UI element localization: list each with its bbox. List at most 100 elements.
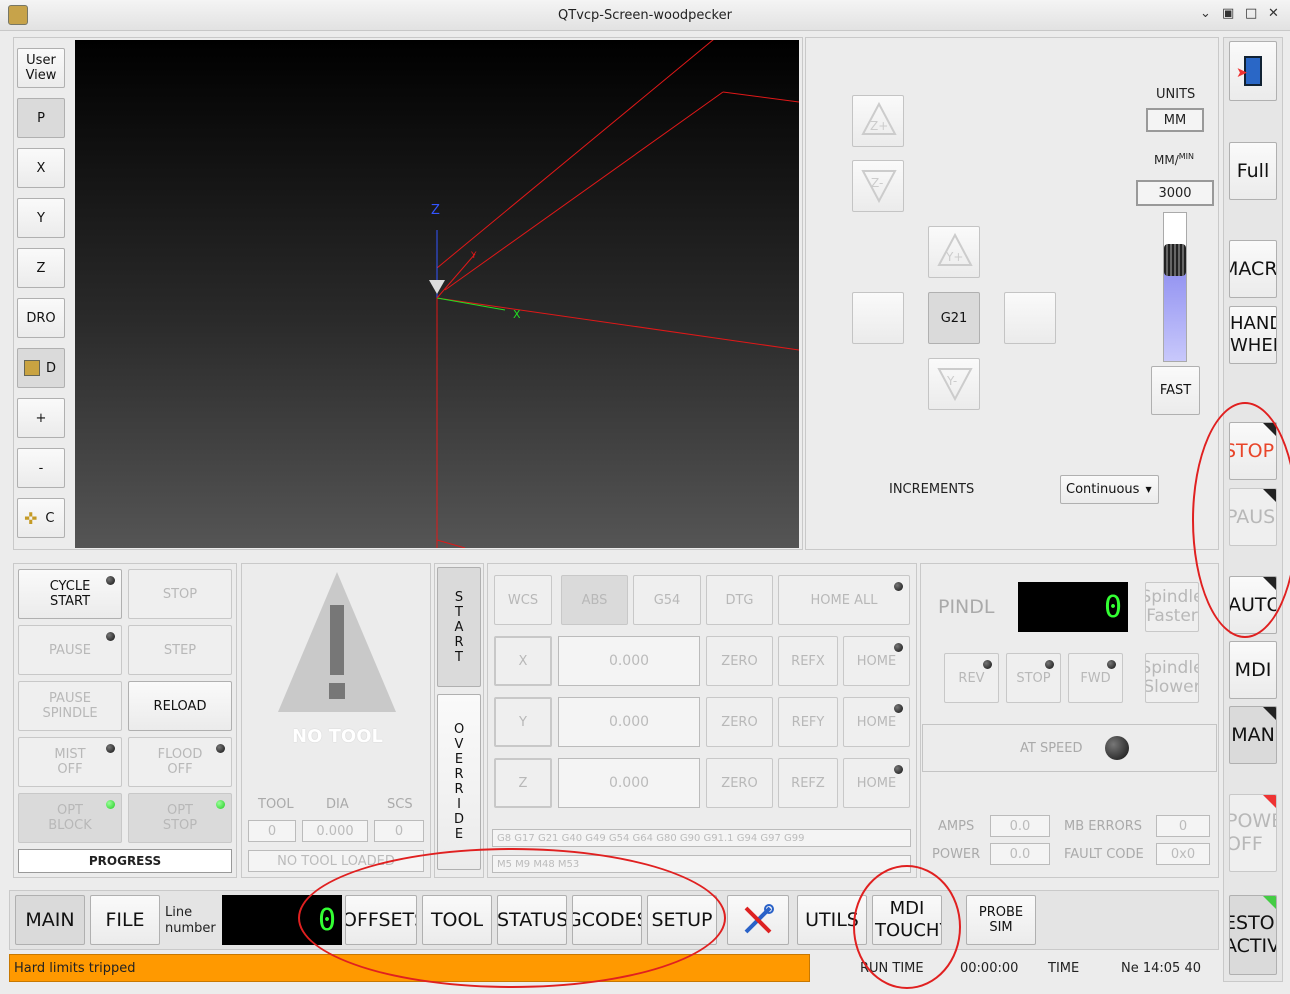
mdi-mode-button[interactable]: MDI <box>1229 641 1277 699</box>
home-x-button[interactable]: HOME <box>843 636 910 686</box>
main-tab-button[interactable]: MAIN <box>15 895 85 945</box>
zero-x-button[interactable]: ZERO <box>706 636 773 686</box>
setup-tab-button[interactable]: SETUP <box>647 895 717 945</box>
handwheel-button[interactable]: HAND WHEEL <box>1229 306 1277 364</box>
probe-sim-button[interactable]: PROBE SIM <box>966 895 1036 945</box>
offsets-tab-button[interactable]: OFFSETS <box>345 895 417 945</box>
mb-errors-value: 0 <box>1156 815 1210 837</box>
pause-led <box>106 632 115 641</box>
ref-y-button[interactable]: REFY <box>778 697 838 747</box>
settings-tab-button[interactable] <box>727 895 789 945</box>
jog-z-minus-button[interactable]: Z- <box>852 160 904 212</box>
fullscreen-button[interactable]: Full <box>1229 142 1277 200</box>
manual-mode-button[interactable]: MAN <box>1229 706 1277 764</box>
active-mcodes: M5 M9 M48 M53 <box>492 855 911 873</box>
cycle-start-button[interactable]: CYCLE START <box>18 569 122 619</box>
jog-x-plus-button[interactable] <box>1004 292 1056 344</box>
spindle-rev-button[interactable]: REV <box>944 653 999 703</box>
fast-button[interactable]: FAST <box>1151 366 1200 415</box>
power-value: 0.0 <box>990 843 1050 865</box>
exit-button[interactable]: ➤ <box>1229 41 1277 101</box>
utils-tab-button[interactable]: UTILS <box>797 895 867 945</box>
maximize-icon[interactable]: □ <box>1245 6 1257 21</box>
jog-x-minus-button[interactable] <box>852 292 904 344</box>
status-tab-button[interactable]: STATUS <box>497 895 567 945</box>
file-tab-button[interactable]: FILE <box>90 895 160 945</box>
stop-button[interactable]: STOP <box>1229 422 1277 480</box>
spindle-faster-button[interactable]: Spindle Faster <box>1145 582 1199 632</box>
dia-header: DIA <box>326 797 349 812</box>
zero-z-button[interactable]: ZERO <box>706 758 773 808</box>
axis-z-button[interactable]: Z <box>494 758 552 808</box>
zero-y-button[interactable]: ZERO <box>706 697 773 747</box>
home-z-button[interactable]: HOME <box>843 758 910 808</box>
view-y-button[interactable]: Y <box>17 198 65 238</box>
home-y-led <box>894 704 903 713</box>
home-y-button[interactable]: HOME <box>843 697 910 747</box>
jog-z-plus-button[interactable]: Z+ <box>852 95 904 147</box>
jog-y-minus-button[interactable]: Y- <box>928 358 980 410</box>
svg-text:Y+: Y+ <box>945 250 963 264</box>
abs-button[interactable]: ABS <box>561 575 628 625</box>
user-view-button[interactable]: User View <box>17 48 65 88</box>
axis-y-label: Y <box>470 251 477 261</box>
axis-y-button[interactable]: Y <box>494 697 552 747</box>
step-button[interactable]: STEP <box>128 625 232 675</box>
override-tab-label: OVERRIDE <box>454 722 465 842</box>
jog-rate-slider-handle[interactable] <box>1164 244 1186 277</box>
gcode-preview[interactable]: Z X Y <box>75 40 799 548</box>
view-z-button[interactable]: Z <box>17 248 65 288</box>
power-label: POWER <box>932 847 981 862</box>
view-x-button[interactable]: X <box>17 148 65 188</box>
minimize-icon[interactable]: ⌄ <box>1200 6 1211 21</box>
home-all-button[interactable]: HOME ALL <box>778 575 910 625</box>
power-off-button[interactable]: POWER OFF <box>1229 794 1277 872</box>
spindle-slower-button[interactable]: Spindle Slower <box>1145 653 1199 703</box>
mist-button[interactable]: MIST OFF <box>18 737 122 787</box>
jog-rate-slider[interactable] <box>1163 212 1187 362</box>
clear-button[interactable]: ✜ C <box>17 498 65 538</box>
opt-block-button[interactable]: OPT BLOCK <box>18 793 122 843</box>
home-z-led <box>894 765 903 774</box>
zoom-in-button[interactable]: + <box>17 398 65 438</box>
mdi-touchy-tab-button[interactable]: MDI TOUCHY <box>872 895 942 945</box>
dtg-button[interactable]: DTG <box>706 575 773 625</box>
reload-button[interactable]: RELOAD <box>128 681 232 731</box>
view-dro-button[interactable]: DRO <box>17 298 65 338</box>
wcs-button[interactable]: WCS <box>494 575 552 625</box>
ref-x-button[interactable]: REFX <box>778 636 838 686</box>
pause-program-button[interactable]: PAUSE <box>18 625 122 675</box>
override-tab[interactable]: OVERRIDE <box>437 694 481 870</box>
tool-dia-value: 0.000 <box>302 820 368 842</box>
ref-z-button[interactable]: REFZ <box>778 758 838 808</box>
zoom-out-button[interactable]: - <box>17 448 65 488</box>
g54-button[interactable]: G54 <box>633 575 701 625</box>
pause-spindle-button[interactable]: PAUSE SPINDLE <box>18 681 122 731</box>
window-title: QTvcp-Screen-woodpecker <box>558 8 732 23</box>
jog-units-g21-button[interactable]: G21 <box>928 292 980 344</box>
spindle-stop-button[interactable]: STOP <box>1006 653 1061 703</box>
pause-button[interactable]: PAUSE <box>1229 488 1277 546</box>
increments-select[interactable]: Continuous ▼ <box>1060 475 1159 504</box>
spindle-fwd-button[interactable]: FWD <box>1068 653 1123 703</box>
flood-button[interactable]: FLOOD OFF <box>128 737 232 787</box>
macro-button[interactable]: MACRO <box>1229 240 1277 298</box>
y-minus-arrow-icon: Y- <box>937 368 973 401</box>
start-tab[interactable]: START <box>437 567 481 687</box>
estop-button[interactable]: ESTOP ACTIVE <box>1229 895 1277 975</box>
restore-icon[interactable]: ▣ <box>1222 6 1234 21</box>
axis-x-button[interactable]: X <box>494 636 552 686</box>
chevron-down-icon: ▼ <box>1145 485 1152 494</box>
view-d-button[interactable]: D <box>17 348 65 388</box>
close-icon[interactable]: ✕ <box>1268 6 1279 21</box>
opt-block-led <box>106 800 115 809</box>
jog-y-plus-button[interactable]: Y+ <box>928 226 980 278</box>
auto-mode-button[interactable]: AUTO <box>1229 576 1277 634</box>
tool-tab-button[interactable]: TOOL <box>422 895 492 945</box>
gcodes-tab-button[interactable]: GCODES <box>572 895 642 945</box>
view-p-button[interactable]: P <box>17 98 65 138</box>
time-label: TIME <box>1048 961 1080 976</box>
stop-program-button[interactable]: STOP <box>128 569 232 619</box>
opt-stop-button[interactable]: OPT STOP <box>128 793 232 843</box>
rev-led <box>983 660 992 669</box>
